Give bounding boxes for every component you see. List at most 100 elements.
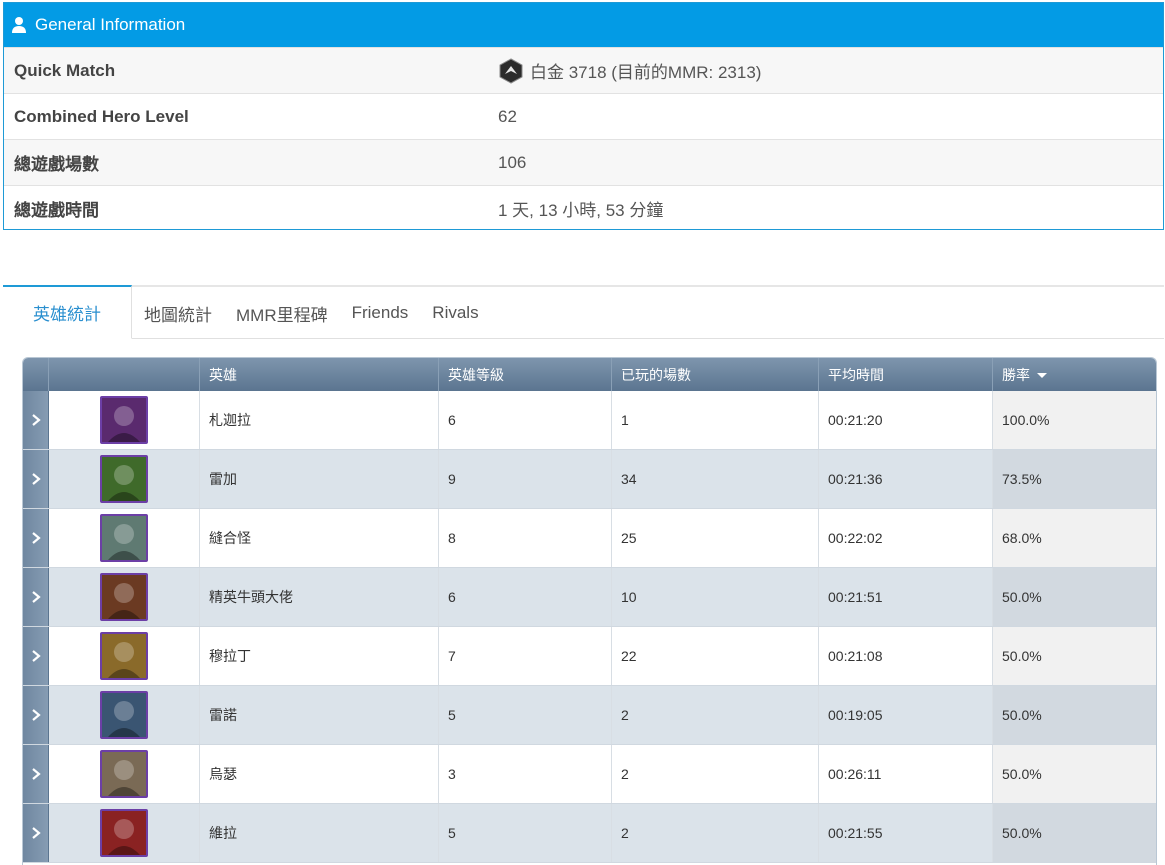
hero-portrait-cell [49, 509, 200, 567]
header-hero-level[interactable]: 英雄等級 [439, 358, 612, 391]
table-row[interactable]: 縫合怪 8 25 00:22:02 68.0% [23, 509, 1156, 568]
info-label: Combined Hero Level [14, 106, 189, 126]
quick-match-value: 白金 3718 (目前的MMR: 2313) [530, 63, 762, 82]
info-label: Quick Match [14, 60, 116, 80]
header-win-rate-label: 勝率 [1002, 366, 1030, 383]
hero-portrait-cell [49, 627, 200, 685]
hero-name[interactable]: 精英牛頭大佬 [200, 568, 439, 626]
games-played: 1 [612, 391, 819, 449]
hero-portrait-icon[interactable] [100, 455, 148, 503]
games-played: 34 [612, 450, 819, 508]
info-label: 總遊戲場數 [14, 155, 99, 174]
win-rate: 50.0% [993, 804, 1156, 862]
win-rate: 50.0% [993, 568, 1156, 626]
hero-portrait-icon[interactable] [100, 514, 148, 562]
games-played: 2 [612, 686, 819, 744]
hero-portrait-icon[interactable] [100, 691, 148, 739]
hero-level: 9 [439, 450, 612, 508]
tab-hero-stats[interactable]: 英雄統計 [3, 285, 132, 339]
panel-title: General Information [35, 15, 186, 34]
hero-level: 8 [439, 509, 612, 567]
tab-map-stats[interactable]: 地圖統計 [132, 287, 224, 339]
hero-name[interactable]: 維拉 [200, 804, 439, 862]
info-value: 白金 3718 (目前的MMR: 2313) [498, 57, 762, 84]
expand-row-button[interactable] [23, 450, 49, 508]
expand-row-button[interactable] [23, 804, 49, 862]
hero-portrait-icon[interactable] [100, 809, 148, 857]
hero-level: 5 [439, 686, 612, 744]
expand-row-button[interactable] [23, 745, 49, 803]
hero-level: 6 [439, 568, 612, 626]
hero-name[interactable]: 烏瑟 [200, 745, 439, 803]
info-value: 62 [498, 106, 517, 126]
header-avg-time[interactable]: 平均時間 [819, 358, 993, 391]
table-row[interactable]: 穆拉丁 7 22 00:21:08 50.0% [23, 627, 1156, 686]
win-rate: 73.5% [993, 450, 1156, 508]
games-played: 2 [612, 804, 819, 862]
table-row[interactable]: 札迦拉 6 1 00:21:20 100.0% [23, 391, 1156, 450]
table-row[interactable]: 雷加 9 34 00:21:36 73.5% [23, 450, 1156, 509]
hero-portrait-icon[interactable] [100, 396, 148, 444]
avg-time: 00:26:11 [819, 745, 993, 803]
table-row[interactable]: 維拉 5 2 00:21:55 50.0% [23, 804, 1156, 863]
header-hero[interactable]: 英雄 [200, 358, 439, 391]
expand-row-button[interactable] [23, 391, 49, 449]
stats-tabs: 英雄統計 地圖統計 MMR里程碑 Friends Rivals [3, 285, 1164, 339]
avg-time: 00:21:20 [819, 391, 993, 449]
info-value: 106 [498, 152, 527, 172]
win-rate: 50.0% [993, 686, 1156, 744]
games-played: 10 [612, 568, 819, 626]
tab-mmr-milestones[interactable]: MMR里程碑 [224, 287, 340, 339]
hero-name[interactable]: 穆拉丁 [200, 627, 439, 685]
hero-name[interactable]: 雷加 [200, 450, 439, 508]
hero-portrait-cell [49, 686, 200, 744]
hero-portrait-cell [49, 568, 200, 626]
header-win-rate[interactable]: 勝率 [993, 358, 1156, 391]
chevron-right-icon [31, 827, 41, 839]
sort-desc-icon [1037, 373, 1047, 378]
chevron-right-icon [31, 473, 41, 485]
win-rate: 50.0% [993, 627, 1156, 685]
header-games-played[interactable]: 已玩的場數 [612, 358, 819, 391]
expand-row-button[interactable] [23, 568, 49, 626]
chevron-right-icon [31, 650, 41, 662]
hero-portrait-icon[interactable] [100, 750, 148, 798]
hero-portrait-icon[interactable] [100, 632, 148, 680]
win-rate: 100.0% [993, 391, 1156, 449]
hero-name[interactable]: 縫合怪 [200, 509, 439, 567]
win-rate: 50.0% [993, 745, 1156, 803]
info-value: 1 天, 13 小時, 53 分鐘 [498, 201, 664, 220]
hero-name[interactable]: 雷諾 [200, 686, 439, 744]
hero-stats-grid: 英雄 英雄等級 已玩的場數 平均時間 勝率 札迦拉 6 1 00:21:20 100.0… [22, 357, 1157, 865]
table-row[interactable]: 烏瑟 3 2 00:26:11 50.0% [23, 745, 1156, 804]
info-row-total-time: 總遊戲時間 1 天, 13 小時, 53 分鐘 [4, 185, 1163, 231]
expand-row-button[interactable] [23, 686, 49, 744]
tab-friends[interactable]: Friends [340, 287, 421, 339]
grid-header: 英雄 英雄等級 已玩的場數 平均時間 勝率 [23, 358, 1156, 391]
chevron-right-icon [31, 532, 41, 544]
hero-portrait-icon[interactable] [100, 573, 148, 621]
avg-time: 00:21:55 [819, 804, 993, 862]
hero-portrait-cell [49, 804, 200, 862]
chevron-right-icon [31, 709, 41, 721]
chevron-right-icon [31, 591, 41, 603]
general-information-panel: General Information Quick Match 白金 3718 … [3, 2, 1164, 230]
chevron-right-icon [31, 414, 41, 426]
avg-time: 00:19:05 [819, 686, 993, 744]
chevron-right-icon [31, 768, 41, 780]
table-row[interactable]: 精英牛頭大佬 6 10 00:21:51 50.0% [23, 568, 1156, 627]
hero-portrait-cell [49, 391, 200, 449]
win-rate: 68.0% [993, 509, 1156, 567]
info-row-hero-level: Combined Hero Level 62 [4, 93, 1163, 139]
expand-row-button[interactable] [23, 509, 49, 567]
hero-portrait-cell [49, 745, 200, 803]
games-played: 2 [612, 745, 819, 803]
expand-row-button[interactable] [23, 627, 49, 685]
table-row[interactable]: 雷諾 5 2 00:19:05 50.0% [23, 686, 1156, 745]
hero-level: 7 [439, 627, 612, 685]
hero-name[interactable]: 札迦拉 [200, 391, 439, 449]
info-label: 總遊戲時間 [14, 201, 99, 220]
tab-rivals[interactable]: Rivals [420, 287, 490, 339]
hero-level: 5 [439, 804, 612, 862]
user-icon [11, 16, 27, 34]
